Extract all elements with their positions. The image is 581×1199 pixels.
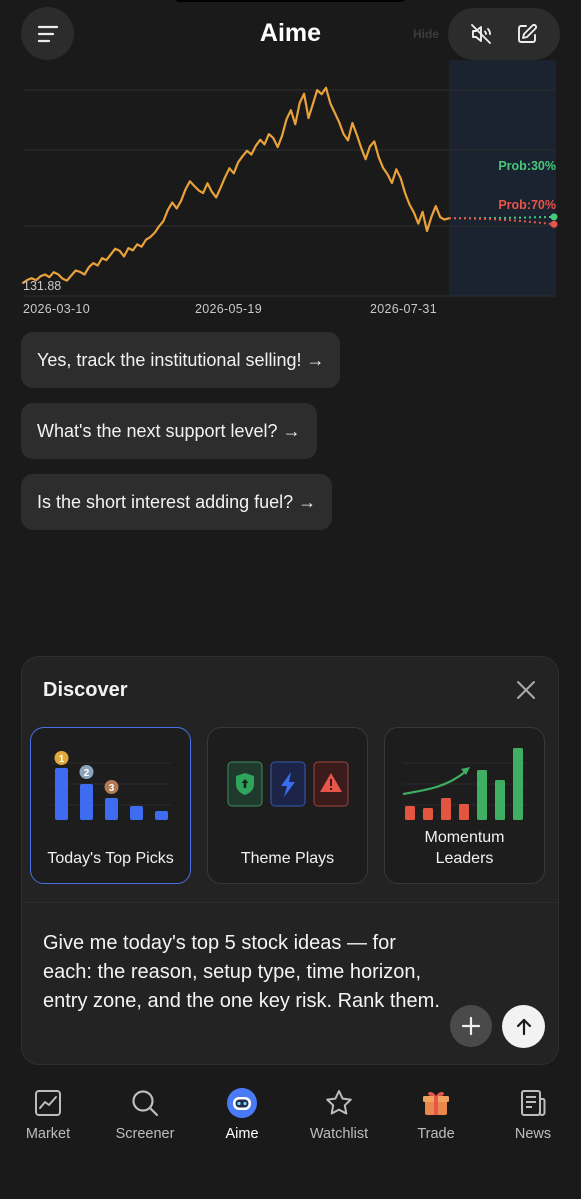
bottom-tab-bar: Market Screener Aime Watchlist Trade New… [0, 1086, 581, 1156]
rank-bar [105, 798, 118, 820]
suggestion-chip[interactable]: Yes, track the institutional selling! → [21, 332, 341, 388]
rank-badge-3: 3 [109, 783, 115, 794]
prompt-input[interactable]: Give me today's top 5 stock ideas — for … [43, 929, 443, 1016]
card-label: Today's Top Picks [47, 850, 174, 867]
tab-label: Watchlist [309, 1126, 369, 1142]
close-discover-button[interactable] [511, 675, 541, 705]
card-momentum-leaders[interactable]: Momentum Leaders [384, 727, 545, 884]
tab-label: Aime [225, 1126, 259, 1142]
speaker-muted-icon [471, 24, 491, 44]
forecast-region [449, 60, 556, 296]
momentum-bar [495, 780, 505, 820]
suggestion-chip[interactable]: What's the next support level? → [21, 403, 317, 459]
close-icon [517, 681, 535, 699]
x-tick-label: 2026-05-19 [195, 302, 262, 316]
market-chart-icon [35, 1090, 61, 1116]
price-chart[interactable]: Prob:30% Prob:70% [0, 60, 581, 330]
momentum-bar [477, 770, 487, 820]
forecast-up-point [550, 213, 558, 221]
prob-up-label: Prob:30% [498, 159, 556, 173]
card-todays-top-picks[interactable]: 1 2 3 Today's Top Picks [30, 727, 191, 884]
top-picks-illustration: 1 2 3 [51, 751, 171, 820]
rank-badge-2: 2 [84, 768, 90, 779]
tab-news[interactable]: News [485, 1086, 581, 1142]
forecast-down-point [550, 220, 558, 228]
tab-trade[interactable]: Trade [388, 1086, 484, 1142]
suggestion-chip[interactable]: Is the short interest adding fuel? → [21, 474, 333, 530]
rank-bar [80, 784, 93, 820]
tab-screener[interactable]: Screener [97, 1086, 193, 1142]
discover-title: Discover [43, 679, 128, 701]
x-tick-label: 2026-07-31 [370, 302, 437, 316]
momentum-bar [423, 808, 433, 820]
prob-down-label: Prob:70% [498, 198, 556, 212]
tab-label: Trade [417, 1126, 455, 1142]
gift-icon [423, 1091, 449, 1115]
trend-arrow-icon [402, 771, 466, 796]
tab-label: Screener [115, 1126, 175, 1142]
tab-market[interactable]: Market [0, 1086, 96, 1142]
momentum-bar [405, 806, 415, 820]
momentum-bar [459, 804, 469, 820]
price-line [21, 86, 451, 284]
rank-bar [155, 811, 168, 820]
discover-panel: Discover 1 2 3 Today's Top Picks Theme P… [21, 656, 559, 1065]
star-icon [326, 1090, 352, 1115]
edit-icon [518, 24, 537, 43]
robot-icon [227, 1088, 257, 1118]
x-tick-label: 2026-03-10 [23, 302, 90, 316]
plus-icon [461, 1016, 481, 1036]
rank-bar [55, 768, 68, 820]
theme-plays-illustration [227, 761, 349, 807]
mute-button[interactable] [461, 14, 501, 54]
card-label: Theme Plays [240, 850, 335, 867]
tab-label: Market [25, 1126, 71, 1142]
send-button[interactable] [502, 1005, 545, 1048]
panel-divider [22, 902, 558, 903]
faded-header-text: Hide [413, 27, 440, 41]
search-icon [132, 1090, 159, 1117]
momentum-bar [441, 798, 451, 820]
top-notch [171, 0, 409, 2]
y-axis-min-label: 131.88 [23, 279, 62, 293]
tab-label: News [514, 1126, 552, 1142]
tab-aime[interactable]: Aime [194, 1086, 290, 1142]
card-label: Momentum Leaders [424, 829, 505, 867]
arrow-up-icon [516, 1018, 531, 1035]
tab-watchlist[interactable]: Watchlist [291, 1086, 387, 1142]
header-actions [448, 8, 560, 60]
new-chat-button[interactable] [507, 14, 547, 54]
momentum-illustration [402, 748, 527, 820]
rank-bar [130, 806, 143, 820]
newspaper-icon [521, 1090, 546, 1116]
attach-button[interactable] [450, 1005, 492, 1047]
rank-badge-1: 1 [59, 754, 65, 765]
momentum-bar [513, 748, 523, 820]
card-theme-plays[interactable]: Theme Plays [207, 727, 368, 884]
